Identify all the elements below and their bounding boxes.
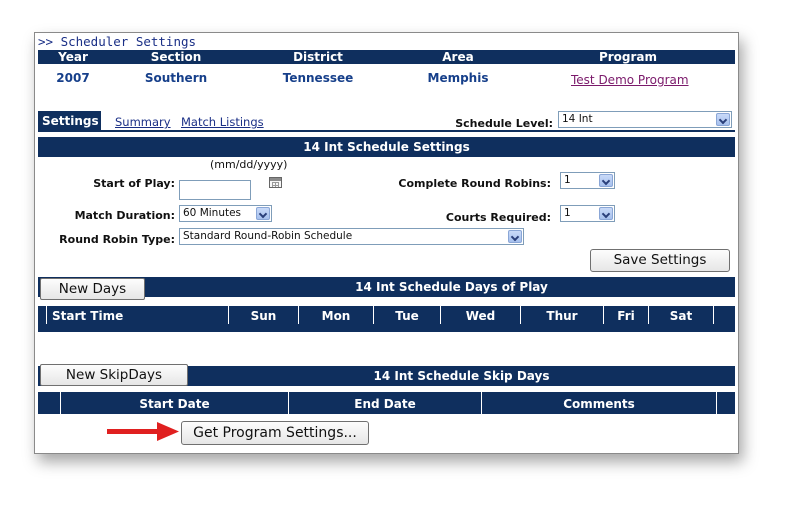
chevron-down-icon[interactable]	[256, 207, 270, 220]
days-col-thur: Thur	[520, 306, 603, 324]
start-of-play-input[interactable]	[179, 180, 251, 200]
courts-required-value: 1	[564, 207, 571, 219]
calendar-icon[interactable]	[269, 177, 282, 188]
info-header-bar: Year Section District Area Program	[38, 50, 735, 64]
courts-required-label: Courts Required:	[445, 211, 551, 224]
header-program: Program	[598, 50, 658, 64]
complete-round-robins-label: Complete Round Robins:	[398, 177, 551, 190]
skip-table-header: Start Date End Date Comments	[38, 392, 735, 414]
red-arrow-icon	[107, 422, 179, 441]
schedule-level-label: Schedule Level:	[455, 117, 553, 130]
column-divider	[716, 392, 717, 414]
days-table-header: Start Time Sun Mon Tue Wed Thur Fri Sat	[38, 306, 735, 332]
value-district: Tennessee	[282, 71, 354, 85]
chevron-down-icon[interactable]	[599, 174, 613, 187]
value-year: 2007	[56, 71, 90, 85]
skip-col-end-date: End Date	[288, 392, 481, 414]
match-duration-value: 60 Minutes	[183, 207, 242, 219]
skip-col-comments: Comments	[481, 392, 716, 414]
days-col-fri: Fri	[603, 306, 648, 324]
chevron-down-icon[interactable]	[599, 207, 613, 220]
tab-match-listings[interactable]: Match Listings	[181, 115, 264, 129]
courts-required-select[interactable]: 1	[560, 205, 615, 222]
start-of-play-label: Start of Play:	[93, 177, 175, 190]
new-skipdays-button[interactable]: New SkipDays	[40, 364, 188, 386]
chevron-down-icon[interactable]	[716, 113, 730, 126]
header-district: District	[293, 50, 343, 64]
days-col-start-time: Start Time	[46, 306, 228, 324]
complete-round-robins-value: 1	[564, 174, 571, 186]
column-divider	[713, 306, 714, 324]
settings-section-title: 14 Int Schedule Settings	[38, 137, 735, 157]
header-area: Area	[442, 50, 474, 64]
scheduler-window: >> Scheduler Settings Year Section Distr…	[34, 32, 739, 454]
match-duration-select[interactable]: 60 Minutes	[179, 205, 272, 222]
program-link[interactable]: Test Demo Program	[571, 73, 689, 87]
schedule-level-select[interactable]: 14 Int	[558, 111, 732, 128]
save-settings-button[interactable]: Save Settings	[590, 249, 730, 272]
breadcrumb[interactable]: >> Scheduler Settings	[38, 34, 196, 49]
tab-separator	[38, 130, 735, 132]
chevron-down-icon[interactable]	[508, 230, 522, 243]
value-area: Memphis	[427, 71, 489, 85]
date-format-hint: (mm/dd/yyyy)	[210, 158, 288, 171]
get-program-settings-button[interactable]: Get Program Settings...	[181, 421, 369, 445]
complete-round-robins-select[interactable]: 1	[560, 172, 615, 189]
days-col-wed: Wed	[440, 306, 520, 324]
match-duration-label: Match Duration:	[74, 209, 175, 222]
tab-settings[interactable]: Settings	[38, 111, 101, 131]
round-robin-type-label: Round Robin Type:	[59, 233, 175, 246]
header-section: Section	[150, 50, 202, 64]
value-section: Southern	[144, 71, 208, 85]
days-col-sun: Sun	[228, 306, 298, 324]
schedule-level-value: 14 Int	[562, 113, 593, 125]
header-year: Year	[58, 50, 88, 64]
round-robin-type-select[interactable]: Standard Round-Robin Schedule	[179, 228, 524, 245]
tab-summary[interactable]: Summary	[115, 115, 171, 129]
days-col-sat: Sat	[648, 306, 713, 324]
new-days-button[interactable]: New Days	[40, 278, 145, 300]
skip-col-start-date: Start Date	[60, 392, 288, 414]
days-col-tue: Tue	[373, 306, 440, 324]
days-col-mon: Mon	[298, 306, 373, 324]
round-robin-type-value: Standard Round-Robin Schedule	[183, 230, 353, 242]
